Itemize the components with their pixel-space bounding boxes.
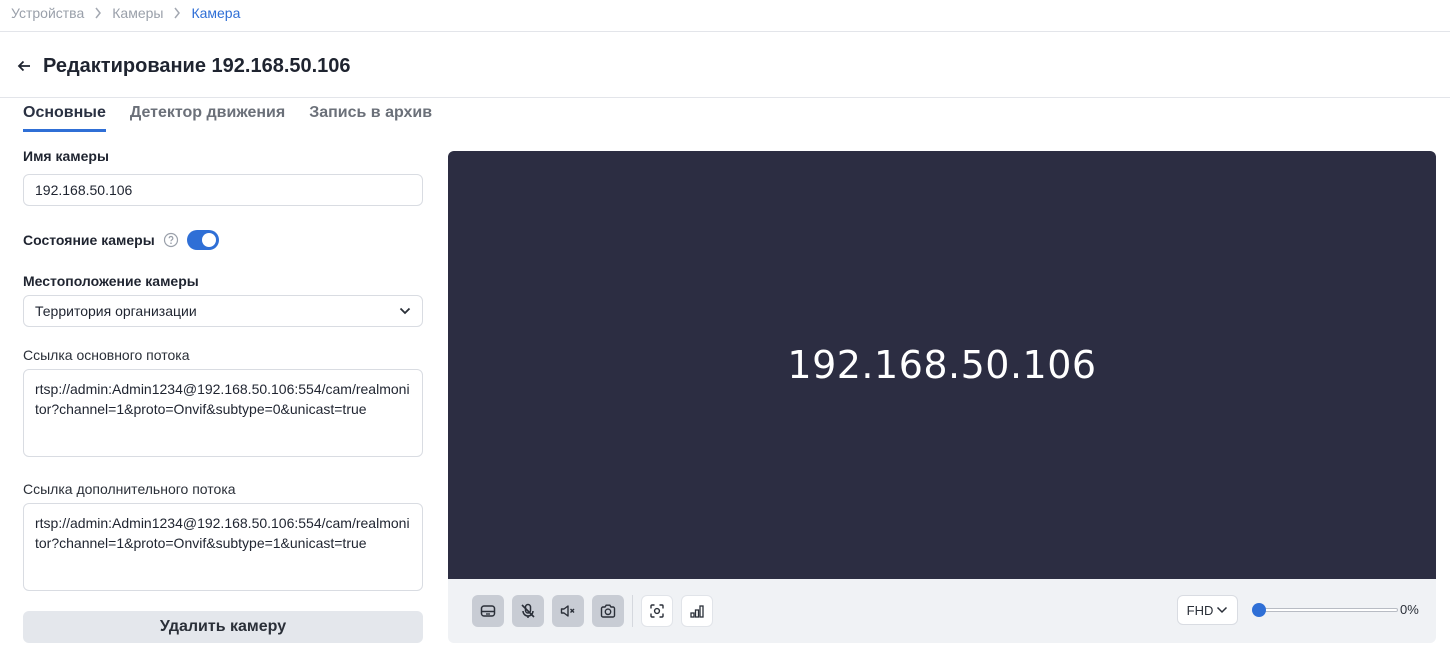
tab-general[interactable]: Основные	[23, 104, 106, 132]
zoom-slider-thumb[interactable]	[1252, 603, 1266, 617]
breadcrumb-cameras[interactable]: Камеры	[112, 5, 163, 21]
tab-motion-detector[interactable]: Детектор движения	[130, 104, 285, 132]
chevron-right-icon	[94, 7, 102, 19]
back-arrow-icon[interactable]	[14, 56, 34, 76]
camera-state-row: Состояние камеры	[23, 230, 423, 250]
toggle-knob	[201, 233, 216, 247]
chevron-down-icon	[399, 307, 411, 315]
breadcrumb: Устройства Камеры Камера	[11, 3, 240, 23]
main-stream-label: Ссылка основного потока	[23, 347, 190, 363]
breadcrumb-camera: Камера	[191, 5, 241, 21]
main-stream-input[interactable]: rtsp://admin:Admin1234@192.168.50.106:55…	[23, 369, 423, 457]
delete-camera-button[interactable]: Удалить камеру	[23, 611, 423, 643]
zoom-value: 0%	[1400, 602, 1419, 617]
page-header: Редактирование 192.168.50.106	[14, 52, 351, 80]
sub-stream-label: Ссылка дополнительного потока	[23, 481, 236, 497]
chevron-right-icon	[173, 7, 181, 19]
snapshot-button[interactable]	[592, 595, 624, 627]
camera-name-input[interactable]: 192.168.50.106	[23, 174, 423, 206]
camera-location-select[interactable]: Территория организации	[23, 295, 423, 327]
tab-archive-recording[interactable]: Запись в архив	[309, 104, 432, 132]
video-viewport[interactable]: 192.168.50.106	[448, 151, 1436, 579]
snapshot-icon	[599, 602, 617, 620]
help-icon[interactable]	[163, 232, 179, 248]
tab-bar: Основные Детектор движения Запись в архи…	[23, 104, 456, 132]
camera-location-value: Территория организации	[35, 303, 197, 319]
focus-icon	[649, 603, 665, 619]
camera-state-toggle[interactable]	[186, 230, 219, 250]
camera-settings-form: Имя камеры 192.168.50.106 Состояние каме…	[23, 148, 423, 643]
mic-off-icon	[519, 602, 537, 620]
video-camera-label: 192.168.50.106	[787, 343, 1097, 387]
quality-value: FHD	[1186, 602, 1214, 618]
sub-stream-input[interactable]: rtsp://admin:Admin1234@192.168.50.106:55…	[23, 503, 423, 591]
player-controls: FHD 0%	[448, 579, 1436, 643]
header-divider	[0, 97, 1450, 98]
chevron-down-icon	[1213, 606, 1228, 614]
signal-icon	[689, 603, 705, 619]
zoom-slider[interactable]	[1252, 603, 1398, 617]
camera-name-label: Имя камеры	[23, 148, 109, 164]
signal-button[interactable]	[681, 595, 713, 627]
video-player: 192.168.50.106 FHD 0%	[448, 151, 1436, 643]
breadcrumb-devices[interactable]: Устройства	[11, 5, 84, 21]
breadcrumb-divider	[0, 31, 1450, 32]
page-title: Редактирование 192.168.50.106	[43, 54, 351, 77]
controls-divider	[632, 595, 633, 627]
focus-button[interactable]	[641, 595, 673, 627]
camera-state-label: Состояние камеры	[23, 232, 155, 248]
speaker-muted-icon	[559, 602, 577, 620]
archive-button[interactable]	[472, 595, 504, 627]
archive-icon	[479, 602, 497, 620]
quality-select[interactable]: FHD	[1177, 595, 1238, 625]
camera-location-label: Местоположение камеры	[23, 273, 199, 289]
microphone-button[interactable]	[512, 595, 544, 627]
sound-button[interactable]	[552, 595, 584, 627]
zoom-slider-track	[1255, 608, 1398, 612]
